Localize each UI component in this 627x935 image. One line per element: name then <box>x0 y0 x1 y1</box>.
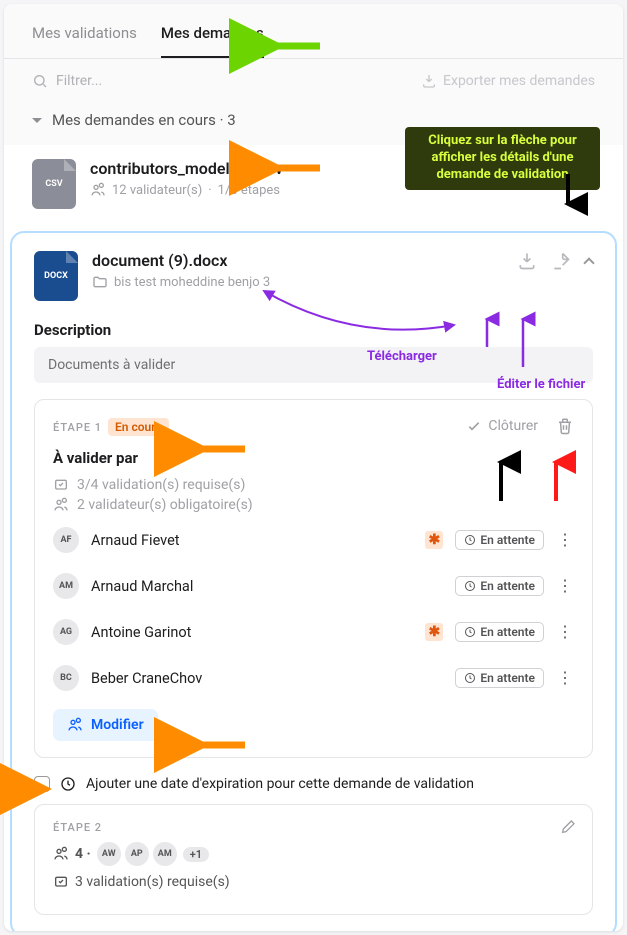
file-icon-csv: CSV <box>32 159 76 209</box>
export-label: Exporter mes demandes <box>443 73 595 89</box>
file-name: document (9).docx <box>92 251 503 270</box>
validator-row: BC Beber CraneChov En attente ⋮ <box>53 655 574 701</box>
check-square-icon <box>53 477 69 493</box>
annotation-callout: Cliquez sur la flèche pour afficher les … <box>405 127 600 190</box>
step-2-card[interactable]: ÉTAPE 2 4 · AWAPAM +1 3 validation(s) re… <box>34 804 593 915</box>
users-icon <box>53 846 69 862</box>
validator-name: Beber CraneChov <box>91 670 443 687</box>
folder-icon <box>92 274 108 290</box>
expiry-label: Ajouter une date d'expiration pour cette… <box>86 776 474 792</box>
status-waiting-badge: En attente <box>455 576 544 596</box>
validator-name: Arnaud Marchal <box>91 578 443 595</box>
tab-demandes[interactable]: Mes demandes <box>161 16 264 58</box>
clock-icon <box>60 776 76 792</box>
kebab-menu-icon[interactable]: ⋮ <box>556 581 574 591</box>
close-step-button[interactable]: Clôturer <box>466 418 538 434</box>
step-tag: ÉTAPE 2 <box>53 821 574 834</box>
users-icon <box>90 182 106 198</box>
mandatory-icon: ✱ <box>425 531 443 549</box>
users-edit-icon <box>67 717 83 733</box>
collapse-icon[interactable] <box>583 257 594 268</box>
validator-name: Antoine Garinot <box>91 624 413 641</box>
section-title: Mes demandes en cours · 3 <box>52 111 236 129</box>
check-square-icon <box>53 874 69 890</box>
status-waiting-badge: En attente <box>455 530 544 550</box>
validate-by-heading: À valider par <box>53 449 574 467</box>
edit-file-icon[interactable] <box>551 251 571 271</box>
caret-down-icon <box>32 118 42 123</box>
validators-count: 12 validateur(s) <box>112 183 202 198</box>
filter-placeholder: Filtrer... <box>56 73 102 89</box>
mandatory-icon: ✱ <box>425 623 443 641</box>
status-waiting-badge: En attente <box>455 668 544 688</box>
download-icon <box>421 73 437 89</box>
trash-icon[interactable] <box>556 417 574 435</box>
tab-validations[interactable]: Mes validations <box>32 16 137 58</box>
separator: · <box>208 183 211 198</box>
avatar: AG <box>53 619 79 645</box>
file-icon-docx: DOCX <box>34 251 78 301</box>
validator-row: AF Arnaud Fievet ✱ En attente ⋮ <box>53 517 574 563</box>
search-icon <box>32 73 48 89</box>
kebab-menu-icon[interactable]: ⋮ <box>556 535 574 545</box>
annotation-edit-label: Éditer le fichier <box>497 377 585 392</box>
validations-required: 3/4 validation(s) requise(s) <box>53 477 574 493</box>
validators-mandatory: 2 validateur(s) obligatoire(s) <box>53 497 574 513</box>
expiry-checkbox[interactable] <box>34 776 50 792</box>
export-button[interactable]: Exporter mes demandes <box>421 73 595 89</box>
validator-row: AM Arnaud Marchal En attente ⋮ <box>53 563 574 609</box>
avatar: AF <box>53 527 79 553</box>
status-waiting-badge: En attente <box>455 622 544 642</box>
avatar: AP <box>125 842 149 866</box>
tabs: Mes validations Mes demandes <box>4 4 623 59</box>
avatar: AM <box>153 842 177 866</box>
validations-required: 3 validation(s) requise(s) <box>75 874 230 890</box>
kebab-menu-icon[interactable]: ⋮ <box>556 673 574 683</box>
file-path: bis test moheddine benjo 3 <box>114 275 270 290</box>
more-validators[interactable]: +1 <box>183 847 209 862</box>
annotation-download-label: Télécharger <box>367 349 437 364</box>
status-chip: En cours <box>108 418 169 436</box>
filter-input[interactable]: Filtrer... <box>32 73 102 89</box>
avatar: AW <box>97 842 121 866</box>
modify-validators-button[interactable]: Modifier <box>53 709 158 741</box>
description-heading: Description <box>34 321 593 339</box>
step-1-card: ÉTAPE 1 En cours Clôturer À valider par … <box>34 399 593 758</box>
download-file-icon[interactable] <box>517 251 537 271</box>
kebab-menu-icon[interactable]: ⋮ <box>556 627 574 637</box>
users-icon <box>53 497 69 513</box>
validator-row: AG Antoine Garinot ✱ En attente ⋮ <box>53 609 574 655</box>
avatar: BC <box>53 665 79 691</box>
pencil-icon[interactable] <box>560 819 576 835</box>
request-card-docx: DOCX document (9).docx bis test moheddin… <box>10 231 617 931</box>
validator-count: 4 · <box>75 846 91 862</box>
steps-count: 1/3 étapes <box>218 183 280 198</box>
step-tag: ÉTAPE 1 <box>53 421 102 434</box>
check-icon <box>466 418 482 434</box>
validator-name: Arnaud Fievet <box>91 532 413 549</box>
avatar: AM <box>53 573 79 599</box>
